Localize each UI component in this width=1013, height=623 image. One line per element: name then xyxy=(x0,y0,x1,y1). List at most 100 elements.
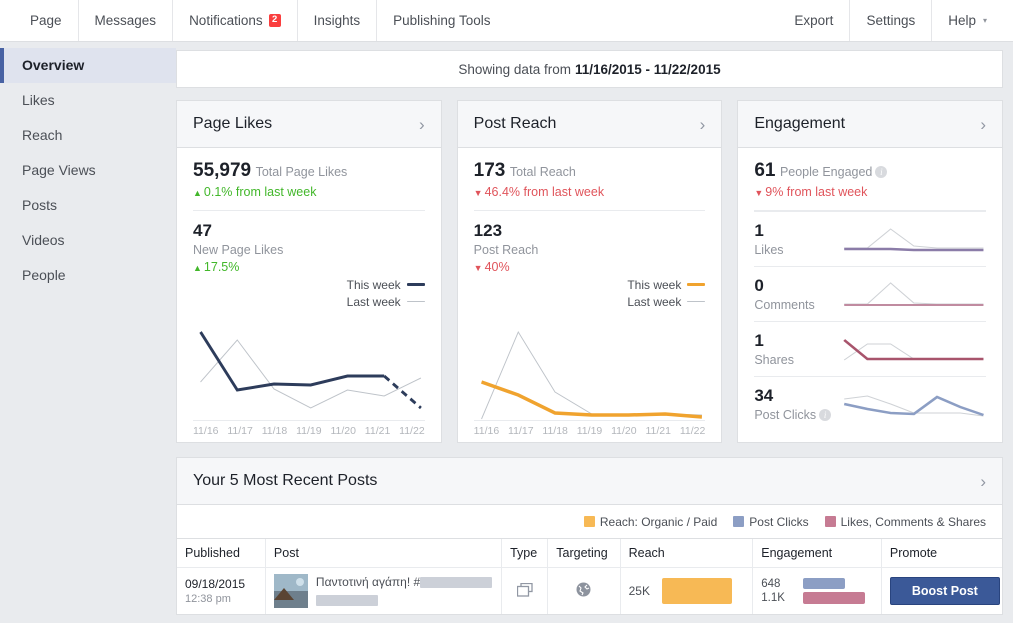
arrow-down-icon: ▼ xyxy=(754,188,764,198)
sidebar-item-likes[interactable]: Likes xyxy=(0,83,176,118)
legend-this-week-label: This week xyxy=(627,277,682,292)
page-likes-new-block: 47 New Page Likes ▲ 17.5% xyxy=(193,221,425,274)
engagement-post-clicks-value: 34 xyxy=(754,386,774,405)
photo-icon xyxy=(516,582,533,597)
page-likes-line-chart xyxy=(199,331,422,410)
page-likes-last-week-line xyxy=(200,339,422,409)
column-header-type[interactable]: Type xyxy=(501,538,548,568)
post-reach-xaxis: 11/16 11/17 11/18 11/19 11/20 11/21 11/2… xyxy=(473,420,706,442)
arrow-down-icon: ▼ xyxy=(473,188,483,198)
engagement-reactions-value: 1.1K xyxy=(761,592,785,604)
nav-page[interactable]: Page xyxy=(14,0,78,41)
card-post-reach-header[interactable]: Post Reach › xyxy=(457,101,722,148)
post-clicks-bar xyxy=(803,578,846,589)
card-page-likes-title: Page Likes xyxy=(193,115,273,132)
xtick: 11/16 xyxy=(473,425,500,437)
cell-engagement: 648 1.1K xyxy=(752,567,882,614)
post-thumbnail[interactable] xyxy=(273,574,308,608)
published-date: 09/18/2015 xyxy=(185,577,246,591)
xtick: 11/20 xyxy=(611,425,637,437)
post-reach-sub-change-text: 40% xyxy=(484,260,510,274)
card-page-likes-header[interactable]: Page Likes › xyxy=(177,101,441,148)
nav-notifications[interactable]: Notifications 2 xyxy=(172,0,297,41)
engagement-clicks-value: 648 xyxy=(761,578,781,590)
post-text-block: Παντοτινή αγάπη! # xyxy=(315,574,493,608)
arrow-down-icon: ▼ xyxy=(473,263,483,273)
page-likes-new-change: ▲ 17.5% xyxy=(193,260,425,274)
recent-posts-header[interactable]: Your 5 Most Recent Posts › xyxy=(177,458,1002,505)
arrow-up-icon: ▲ xyxy=(193,263,202,273)
engagement-shares-label: Shares xyxy=(754,353,794,367)
legend-post-clicks-label: Post Clicks xyxy=(749,515,809,529)
chevron-right-icon[interactable]: › xyxy=(700,116,706,133)
post-reach-total-change: ▼ 46.4% from last week xyxy=(474,185,706,199)
legend-reactions-label: Likes, Comments & Shares xyxy=(840,515,986,529)
legend-reach: Reach: Organic / Paid xyxy=(583,515,717,529)
chevron-right-icon[interactable]: › xyxy=(980,116,986,133)
xtick: 11/17 xyxy=(227,425,253,437)
info-icon[interactable]: i xyxy=(819,409,832,421)
page-likes-xaxis: 11/16 11/17 11/18 11/19 11/20 11/21 11/2… xyxy=(193,420,425,442)
nav-settings[interactable]: Settings xyxy=(849,0,931,41)
engagement-cell: 648 1.1K xyxy=(761,577,873,605)
globe-icon xyxy=(576,582,591,597)
nav-publishing-tools[interactable]: Publishing Tools xyxy=(376,0,506,41)
post-reach-chart-legend: This week Last week xyxy=(627,276,706,310)
redacted-block xyxy=(420,577,493,588)
table-header-row: Published Post Type Targeting Reach Enga… xyxy=(177,538,1002,568)
engagement-row-comments: 0 Comments xyxy=(754,266,987,321)
post-cell: Παντοτινή αγάπη! # xyxy=(273,574,493,608)
reach-bar xyxy=(661,578,732,604)
sidebar-item-overview[interactable]: Overview xyxy=(0,48,176,83)
sidebar-item-label: Posts xyxy=(22,197,58,213)
boost-post-button[interactable]: Boost Post xyxy=(889,577,1000,605)
top-navigation-bar: Page Messages Notifications 2 Insights P… xyxy=(0,0,1013,42)
engagement-likes-value: 1 xyxy=(754,221,764,240)
column-header-published[interactable]: Published xyxy=(177,538,266,568)
xtick: 11/22 xyxy=(399,425,425,437)
sidebar-item-label: People xyxy=(22,267,66,283)
column-header-post[interactable]: Post xyxy=(264,538,502,568)
recent-posts-table-body: 09/18/2015 12:38 pm Παντοτινή αγάπη! # 2… xyxy=(177,567,1002,614)
sidebar-item-label: Overview xyxy=(22,57,85,73)
sidebar-item-posts[interactable]: Posts xyxy=(0,188,176,223)
page-likes-total-value: 55,979 xyxy=(193,160,252,181)
engagement-total-change-text: 9% from last week xyxy=(765,185,868,199)
legend-reactions-swatch xyxy=(824,516,836,527)
engagement-row-likes: 1 Likes xyxy=(754,211,987,266)
sidebar-item-videos[interactable]: Videos xyxy=(0,223,176,258)
column-header-promote[interactable]: Promote xyxy=(880,538,1002,568)
nav-insights[interactable]: Insights xyxy=(296,0,377,41)
nav-settings-label: Settings xyxy=(866,13,916,28)
nav-messages[interactable]: Messages xyxy=(77,0,173,41)
info-icon[interactable]: i xyxy=(875,166,888,178)
post-reach-this-week-line xyxy=(480,380,702,419)
nav-export[interactable]: Export xyxy=(778,0,849,41)
chevron-right-icon[interactable]: › xyxy=(980,473,986,490)
table-row[interactable]: 09/18/2015 12:38 pm Παντοτινή αγάπη! # 2… xyxy=(177,567,1002,614)
chevron-right-icon[interactable]: › xyxy=(419,116,425,133)
nav-messages-label: Messages xyxy=(94,13,157,28)
top-nav-left-group: Page Messages Notifications 2 Insights P… xyxy=(0,0,506,41)
column-header-reach[interactable]: Reach xyxy=(619,538,753,568)
arrow-up-icon: ▲ xyxy=(193,188,202,198)
cell-reach: 25K xyxy=(619,567,753,614)
legend-reactions: Likes, Comments & Shares xyxy=(824,515,986,529)
nav-help[interactable]: Help ▾ xyxy=(931,0,1003,41)
page-likes-chart-legend: This week Last week xyxy=(347,276,425,310)
legend-this-week: This week xyxy=(627,276,706,293)
card-engagement-header[interactable]: Engagement › xyxy=(738,101,1003,148)
sidebar-item-people[interactable]: People xyxy=(0,258,176,293)
divider xyxy=(193,210,425,211)
column-header-targeting[interactable]: Targeting xyxy=(547,538,621,568)
xtick: 11/18 xyxy=(261,425,288,437)
top-nav-right-group: Export Settings Help ▾ xyxy=(778,0,1013,41)
reactions-bar xyxy=(803,592,866,604)
sidebar-item-page-views[interactable]: Page Views xyxy=(0,153,176,188)
legend-this-week-label: This week xyxy=(346,277,401,292)
post-reach-sub-label: Post Reach xyxy=(473,243,539,257)
column-header-engagement[interactable]: Engagement xyxy=(752,538,882,568)
date-range-banner[interactable]: Showing data from 11/16/2015 - 11/22/201… xyxy=(176,50,1003,88)
sidebar-item-reach[interactable]: Reach xyxy=(0,118,176,153)
reach-cell: 25K xyxy=(629,578,745,604)
